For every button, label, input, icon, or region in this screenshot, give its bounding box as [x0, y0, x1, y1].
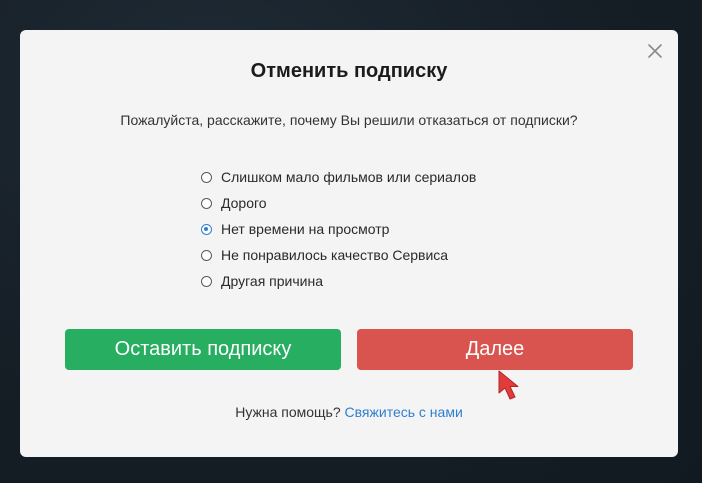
reason-option[interactable]: Не понравилось качество Сервиса	[201, 242, 476, 268]
reason-label: Слишком мало фильмов или сериалов	[221, 169, 477, 185]
reason-label: Дорого	[221, 195, 267, 211]
contact-us-link[interactable]: Свяжитесь с нами	[345, 404, 463, 420]
cancel-subscription-dialog: Отменить подписку Пожалуйста, расскажите…	[20, 30, 678, 457]
reason-label: Другая причина	[221, 273, 323, 289]
reason-label: Не понравилось качество Сервиса	[221, 247, 449, 263]
radio-button[interactable]	[201, 249, 212, 261]
radio-button[interactable]	[201, 171, 212, 183]
help-line: Нужна помощь? Свяжитесь с нами	[20, 404, 678, 420]
radio-button[interactable]	[201, 223, 212, 235]
reason-options: Слишком мало фильмов или сериалов Дорого…	[201, 164, 476, 294]
reason-option[interactable]: Дорого	[201, 190, 476, 216]
keep-subscription-button[interactable]: Оставить подписку	[65, 329, 341, 370]
radio-button[interactable]	[201, 275, 212, 287]
reason-label: Нет времени на просмотр	[221, 221, 390, 237]
radio-button[interactable]	[201, 197, 212, 209]
help-text: Нужна помощь?	[235, 404, 341, 420]
reason-option[interactable]: Слишком мало фильмов или сериалов	[201, 164, 476, 190]
next-button[interactable]: Далее	[357, 329, 633, 370]
reason-option[interactable]: Другая причина	[201, 268, 476, 294]
reason-option[interactable]: Нет времени на просмотр	[201, 216, 476, 242]
dialog-question: Пожалуйста, расскажите, почему Вы решили…	[120, 112, 578, 128]
mouse-pointer-icon	[498, 370, 519, 400]
close-icon[interactable]	[646, 42, 664, 60]
dialog-title: Отменить подписку	[250, 60, 448, 82]
